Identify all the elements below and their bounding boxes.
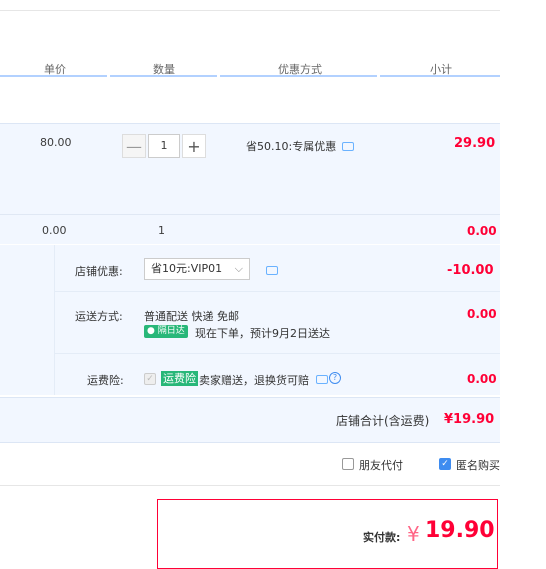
decrease-button[interactable]: — xyxy=(122,134,146,158)
chat-icon[interactable] xyxy=(316,375,328,384)
header-underline xyxy=(0,75,107,77)
next-day-badge-text: 隔日达 xyxy=(157,326,185,336)
quantity-input[interactable]: 1 xyxy=(148,134,180,158)
item-subtotal: 29.90 xyxy=(454,136,496,151)
divider xyxy=(54,291,500,292)
chat-icon[interactable] xyxy=(266,266,278,275)
unit-price: 80.00 xyxy=(40,136,72,149)
insurance-amount: 0.00 xyxy=(467,372,497,386)
next-day-badge: ● 隔日达 xyxy=(144,325,188,338)
shipping-label: 运送方式: xyxy=(75,310,123,323)
divider xyxy=(0,485,500,486)
shop-discount-selected: 省10元:VIP01 xyxy=(151,262,223,275)
anonymous-label[interactable]: 匿名购买 xyxy=(456,457,500,473)
header-underline xyxy=(110,75,217,77)
shop-discount-select[interactable]: 省10元:VIP01 ⌵ xyxy=(144,258,250,280)
friend-pay-checkbox[interactable] xyxy=(342,458,354,470)
gift-unit-price: 0.00 xyxy=(42,224,67,237)
divider xyxy=(0,214,500,215)
divider xyxy=(54,245,55,395)
shop-total-label: 店铺合计(含运费) xyxy=(336,414,430,428)
order-options: 店铺优惠: -10.00 运送方式: 普通配送 快递 免邮 ● 隔日达 现在下单… xyxy=(0,245,500,395)
gift-subtotal: 0.00 xyxy=(467,224,497,238)
friend-pay-label[interactable]: 朋友代付 xyxy=(359,457,403,473)
payment-label: 实付款: xyxy=(363,531,401,544)
insurance-text: 卖家赠送，退换货可赔 xyxy=(199,374,309,387)
shop-total-amount: ¥19.90 xyxy=(444,412,495,427)
anonymous-checkbox[interactable]: ✓ xyxy=(439,458,451,470)
currency-symbol: ¥ xyxy=(407,522,420,546)
delivery-note: 现在下单，预计9月2日送达 xyxy=(195,327,330,340)
header-underline xyxy=(220,75,377,77)
item-row: 80.00 省50.10:专属优惠 29.90 0.00 1 0.00 xyxy=(0,123,500,244)
column-headers: 单价 数量 优惠方式 小计 xyxy=(0,58,500,78)
shop-total-row: 店铺合计(含运费) ¥19.90 xyxy=(0,397,500,443)
header-underline xyxy=(380,75,500,77)
payment-amount: 19.90 xyxy=(425,518,495,543)
payment-summary: 实付款: ¥ 19.90 xyxy=(157,499,498,569)
shipping-method: 普通配送 快递 免邮 xyxy=(144,310,239,323)
insurance-badge: 运费险 xyxy=(161,371,198,386)
shop-discount-label: 店铺优惠: xyxy=(75,265,123,278)
top-panel xyxy=(0,0,500,11)
shop-discount-amount: -10.00 xyxy=(447,263,494,278)
promotion-text: 省50.10:专属优惠 xyxy=(246,140,337,153)
chat-icon[interactable] xyxy=(342,142,354,151)
insurance-label: 运费险: xyxy=(87,374,124,387)
help-icon[interactable]: ? xyxy=(329,372,341,384)
shipping-amount: 0.00 xyxy=(467,307,497,321)
divider xyxy=(54,353,500,354)
chevron-down-icon: ⌵ xyxy=(234,262,243,275)
increase-button[interactable]: + xyxy=(182,134,206,158)
gift-quantity: 1 xyxy=(158,224,165,237)
insurance-checkbox[interactable]: ✓ xyxy=(144,373,156,385)
